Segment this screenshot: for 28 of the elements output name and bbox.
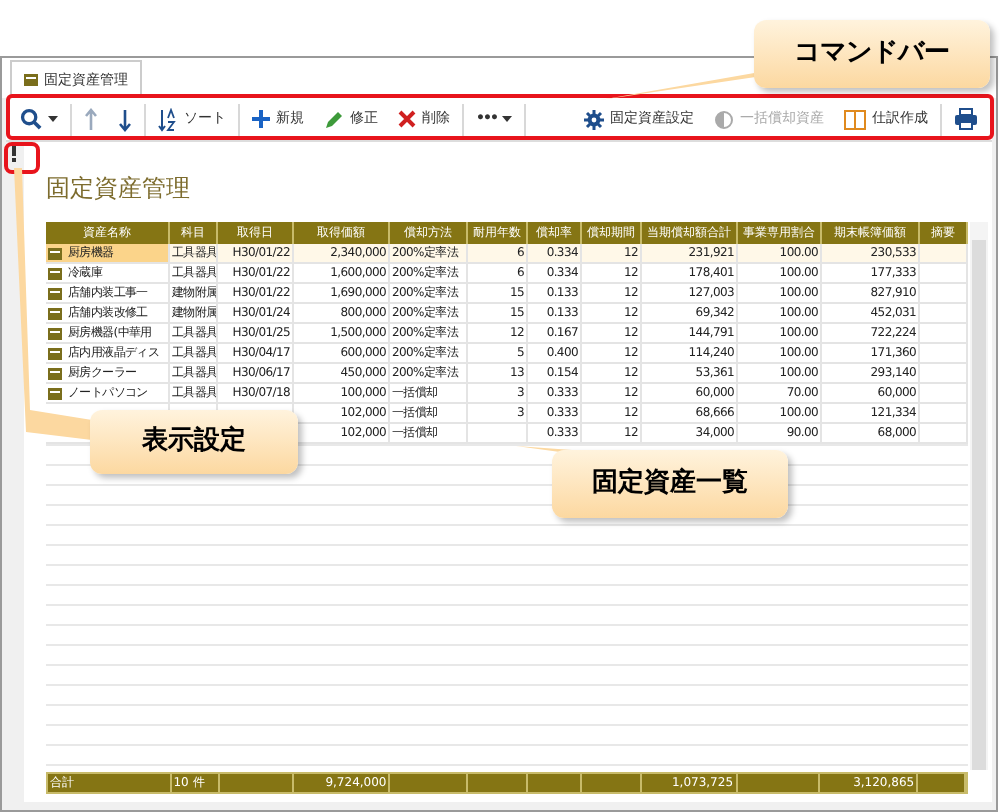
printer-icon xyxy=(954,108,978,130)
scrollbar[interactable] xyxy=(970,222,988,770)
arrow-down-icon xyxy=(118,107,132,131)
half-circle-icon xyxy=(714,109,734,129)
asset-icon xyxy=(48,327,62,339)
book-icon xyxy=(844,109,866,129)
page-title: 固定資産管理 xyxy=(46,172,192,206)
callout: 固定資産一覧 xyxy=(552,450,788,518)
arrow-up-icon xyxy=(84,107,98,131)
close-icon xyxy=(398,110,416,128)
asset-icon xyxy=(48,267,62,279)
caret-icon xyxy=(502,116,513,122)
search-icon xyxy=(20,108,42,130)
asset-icon xyxy=(48,307,62,319)
asset-icon xyxy=(48,247,62,259)
asset-icon xyxy=(48,367,62,379)
callout: 表示設定 xyxy=(90,410,298,474)
asset-icon xyxy=(48,287,62,299)
sort-icon xyxy=(158,107,178,131)
gear-icon xyxy=(584,109,604,129)
asset-icon xyxy=(48,387,62,399)
callout: コマンドバー xyxy=(754,20,990,88)
display-settings-icon[interactable] xyxy=(9,146,17,164)
plus-icon xyxy=(252,110,270,128)
asset-icon xyxy=(48,347,62,359)
caret-icon xyxy=(48,116,58,122)
ledger-icon xyxy=(24,74,38,86)
pencil-icon xyxy=(324,109,344,129)
